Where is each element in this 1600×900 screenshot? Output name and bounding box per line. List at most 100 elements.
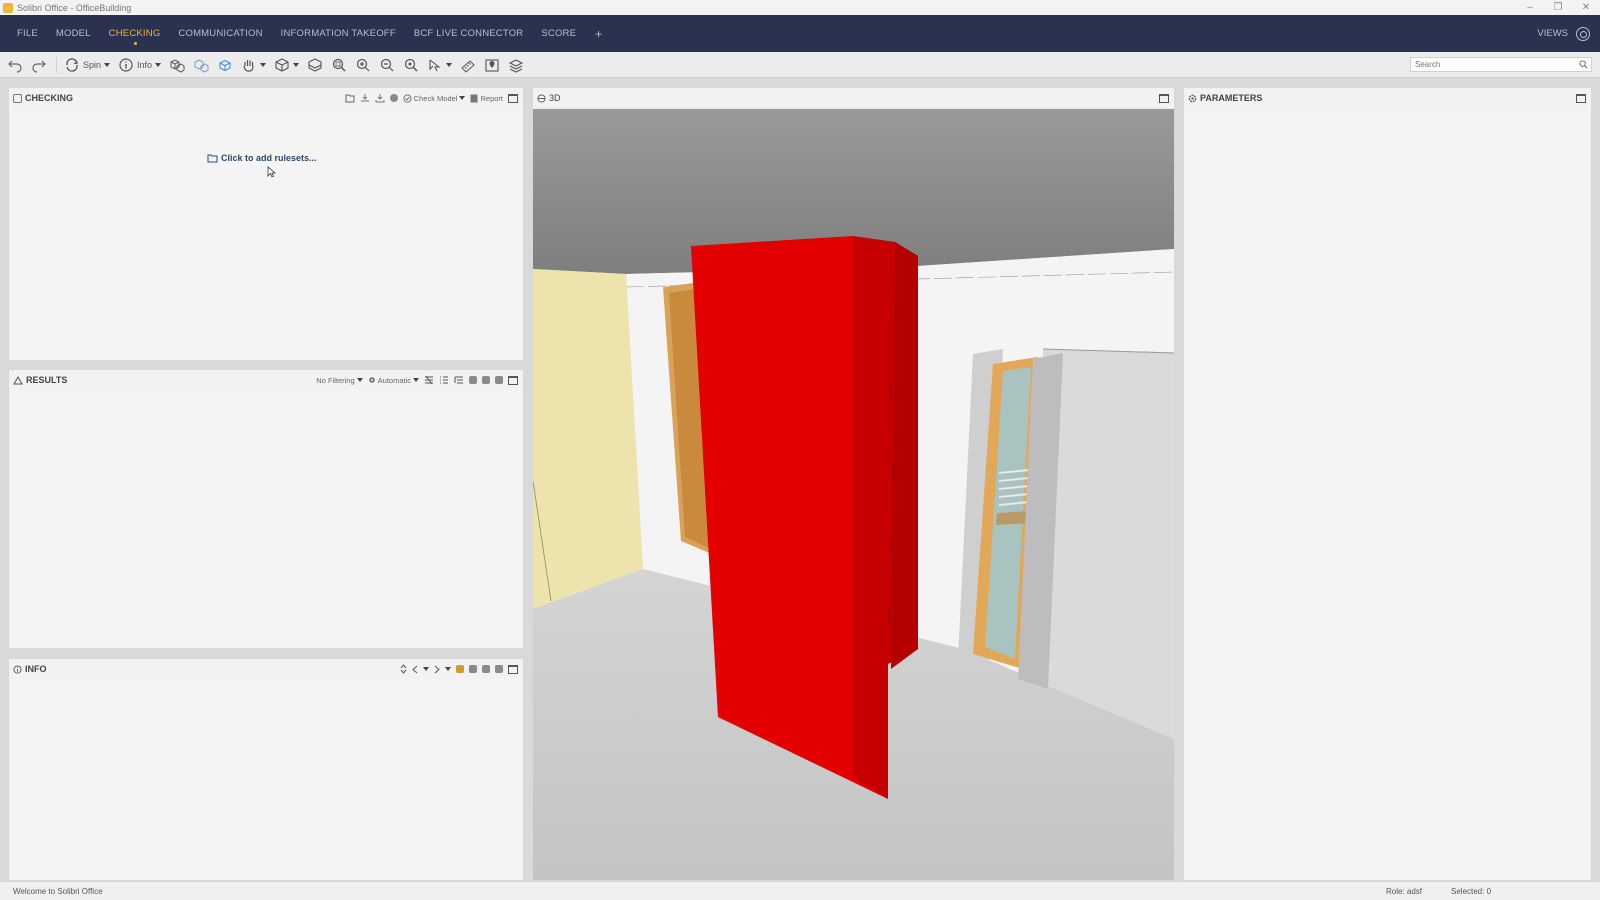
checking-panel-title: CHECKING	[25, 93, 74, 103]
undo-button[interactable]	[4, 55, 26, 75]
select-tool-button[interactable]	[424, 55, 455, 75]
info-panel-title: INFO	[25, 664, 47, 674]
view-cube-button[interactable]	[271, 55, 302, 75]
maximize-icon[interactable]	[1576, 93, 1586, 103]
redo-button[interactable]	[28, 55, 50, 75]
floor-plan-button[interactable]	[481, 55, 503, 75]
layout-icon[interactable]	[469, 665, 477, 673]
check-model-dropdown[interactable]: Check Model	[403, 94, 466, 103]
selection-basket-button[interactable]	[214, 55, 236, 75]
window-controls: – ❐ ✕	[1516, 2, 1600, 13]
report-button[interactable]: Report	[470, 94, 503, 103]
restore-button[interactable]: ❐	[1544, 2, 1572, 13]
maximize-icon[interactable]	[508, 93, 518, 103]
section-box-icon	[308, 57, 322, 72]
highlight-icon[interactable]	[456, 665, 464, 673]
zoom-to-fit-button[interactable]	[328, 55, 350, 75]
3d-view-icon	[537, 93, 546, 103]
measure-button[interactable]	[457, 55, 479, 75]
zoom-selected-button[interactable]	[400, 55, 422, 75]
tree-list-icon[interactable]	[454, 375, 464, 385]
record-icon[interactable]	[389, 94, 398, 102]
open-folder-icon[interactable]	[345, 94, 355, 103]
zoom-out-button[interactable]	[376, 55, 398, 75]
severity-low-icon[interactable]	[495, 376, 503, 384]
export-icon[interactable]	[495, 665, 503, 673]
search-field[interactable]	[1410, 57, 1592, 72]
chevron-down-icon[interactable]	[260, 62, 267, 67]
redo-icon	[32, 60, 46, 73]
selected-element-side-2[interactable]	[891, 242, 918, 669]
parameters-panel-header: PARAMETERS	[1184, 88, 1591, 108]
severity-critical-icon[interactable]	[469, 376, 477, 384]
list-icon[interactable]	[439, 375, 449, 385]
save-icon[interactable]	[375, 93, 385, 103]
info-panel-body	[9, 679, 523, 880]
menu-bcf-live-connector[interactable]: BCF LIVE CONNECTOR	[405, 28, 533, 39]
chevron-down-icon[interactable]	[155, 62, 162, 67]
add-rulesets-link[interactable]: Click to add rulesets...	[207, 153, 317, 163]
info-label: Info	[137, 59, 153, 70]
sort-icon[interactable]	[400, 664, 407, 674]
visibility-button[interactable]	[238, 55, 269, 75]
severity-moderate-icon[interactable]	[482, 376, 490, 384]
menu-file[interactable]: FILE	[8, 28, 47, 39]
window-titlebar: Solibri Office - OfficeBuilding – ❐ ✕	[0, 0, 1600, 15]
maximize-icon[interactable]	[1159, 93, 1169, 103]
views-button[interactable]: VIEWS	[1537, 28, 1568, 39]
spin-button[interactable]: Spin	[61, 55, 113, 75]
menu-information-takeoff[interactable]: INFORMATION TAKEOFF	[272, 28, 405, 39]
minimize-button[interactable]: –	[1516, 2, 1544, 13]
layers-button[interactable]	[505, 55, 527, 75]
settings-icon[interactable]	[482, 665, 490, 673]
chevron-down-icon[interactable]	[293, 62, 300, 67]
menu-model[interactable]: MODEL	[47, 28, 100, 39]
chevron-down-icon[interactable]	[423, 667, 429, 671]
maximize-icon[interactable]	[508, 664, 518, 674]
transparency-button[interactable]	[190, 55, 212, 75]
show-all-button[interactable]	[166, 55, 188, 75]
toolbar-separator	[56, 56, 57, 73]
chevron-down-icon	[413, 378, 419, 382]
section-box-button[interactable]	[304, 55, 326, 75]
forward-icon[interactable]	[434, 665, 440, 674]
filter-label: No Filtering	[316, 375, 355, 385]
chevron-down-icon[interactable]	[104, 62, 111, 67]
results-toolbar: No Filtering Automatic	[316, 375, 523, 385]
check-model-label: Check Model	[413, 93, 458, 103]
chevron-down-icon[interactable]	[446, 62, 453, 67]
checking-panel-header: CHECKING Check Model Report	[9, 88, 523, 108]
left-wall[interactable]	[533, 269, 643, 609]
download-icon[interactable]	[360, 93, 370, 103]
select-arrow-icon	[429, 59, 441, 71]
results-panel-header: RESULTS No Filtering Automatic	[9, 370, 523, 390]
toolbar: Spin Info	[0, 52, 1600, 78]
app-logo-icon	[3, 2, 13, 13]
checking-toolbar: Check Model Report	[345, 93, 523, 103]
parameters-tools	[1576, 93, 1591, 103]
zoom-out-icon	[380, 58, 394, 71]
filter-dropdown[interactable]: No Filtering	[316, 375, 363, 385]
measure-icon	[461, 59, 475, 73]
chevron-down-icon[interactable]	[445, 667, 451, 671]
3d-model-canvas[interactable]	[533, 109, 1174, 880]
close-button[interactable]: ✕	[1572, 2, 1600, 13]
search-input[interactable]	[1411, 60, 1571, 69]
parameters-panel-body	[1184, 108, 1591, 880]
glass-partition-front[interactable]	[1043, 349, 1174, 739]
info-panel: INFO	[8, 658, 524, 881]
add-tab-button[interactable]: +	[585, 27, 612, 41]
menu-checking[interactable]: CHECKING	[100, 28, 170, 45]
views-icon[interactable]	[1576, 26, 1590, 41]
zoom-in-button[interactable]	[352, 55, 374, 75]
info-button[interactable]: Info	[115, 55, 164, 75]
mode-dropdown[interactable]: Automatic	[368, 376, 419, 385]
search-icon[interactable]	[1579, 60, 1588, 69]
mouse-cursor-icon	[267, 166, 276, 178]
maximize-icon[interactable]	[508, 375, 518, 385]
back-icon[interactable]	[412, 665, 418, 674]
menu-score[interactable]: SCORE	[532, 28, 585, 39]
check-circle-icon	[403, 93, 412, 103]
menu-communication[interactable]: COMMUNICATION	[169, 28, 271, 39]
category-filter-icon[interactable]	[424, 375, 434, 385]
